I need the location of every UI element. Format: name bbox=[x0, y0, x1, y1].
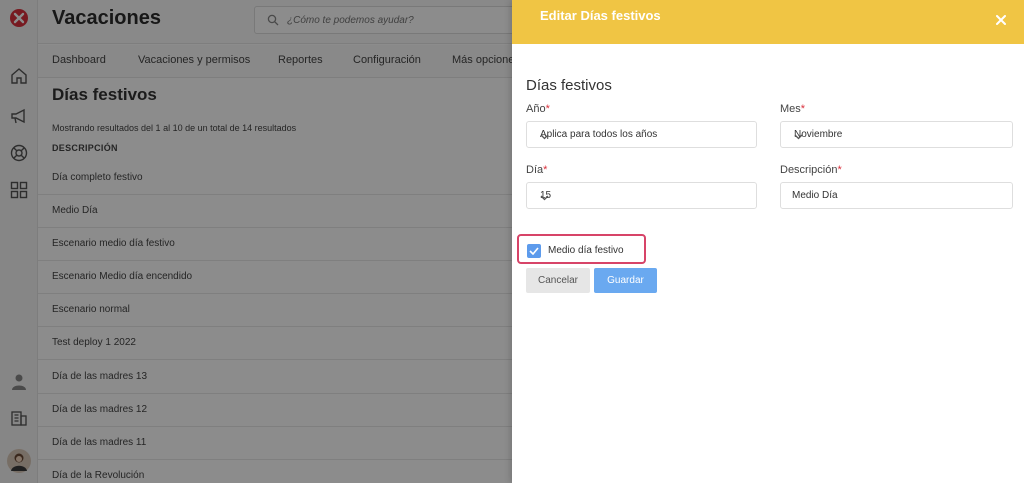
save-button[interactable]: Guardar bbox=[594, 268, 657, 293]
required-mark: * bbox=[837, 164, 842, 176]
check-icon bbox=[529, 242, 539, 260]
drawer-header: Editar Días festivos bbox=[512, 0, 1024, 44]
month-label-text: Mes bbox=[780, 103, 801, 115]
close-icon bbox=[996, 12, 1006, 30]
month-label: Mes* bbox=[780, 103, 805, 115]
section-title: Días festivos bbox=[526, 77, 612, 94]
year-label-text: Año bbox=[526, 103, 546, 115]
required-mark: * bbox=[545, 103, 550, 115]
chevron-down-icon bbox=[794, 132, 1004, 143]
half-day-checkbox[interactable] bbox=[527, 244, 541, 258]
day-select[interactable]: 15 bbox=[526, 182, 757, 209]
required-mark: * bbox=[800, 103, 806, 115]
month-select[interactable]: Noviembre bbox=[780, 121, 1013, 148]
day-label-text: Día bbox=[526, 164, 544, 176]
description-input[interactable] bbox=[780, 182, 1013, 209]
cancel-button[interactable]: Cancelar bbox=[526, 268, 590, 293]
half-day-label[interactable]: Medio día festivo bbox=[548, 245, 624, 256]
year-label: Año* bbox=[526, 103, 550, 115]
description-label: Descripción* bbox=[780, 164, 842, 176]
description-label-text: Descripción bbox=[780, 164, 838, 176]
year-select[interactable]: Aplica para todos los años bbox=[526, 121, 757, 148]
modal-backdrop[interactable] bbox=[0, 0, 512, 483]
edit-drawer: Editar Días festivos Días festivos Año* … bbox=[512, 0, 1024, 483]
required-mark: * bbox=[543, 164, 548, 176]
drawer-title: Editar Días festivos bbox=[540, 8, 661, 23]
close-button[interactable] bbox=[990, 10, 1012, 32]
chevron-down-icon bbox=[540, 132, 748, 143]
day-label: Día* bbox=[526, 164, 547, 176]
chevron-down-icon bbox=[540, 193, 748, 204]
